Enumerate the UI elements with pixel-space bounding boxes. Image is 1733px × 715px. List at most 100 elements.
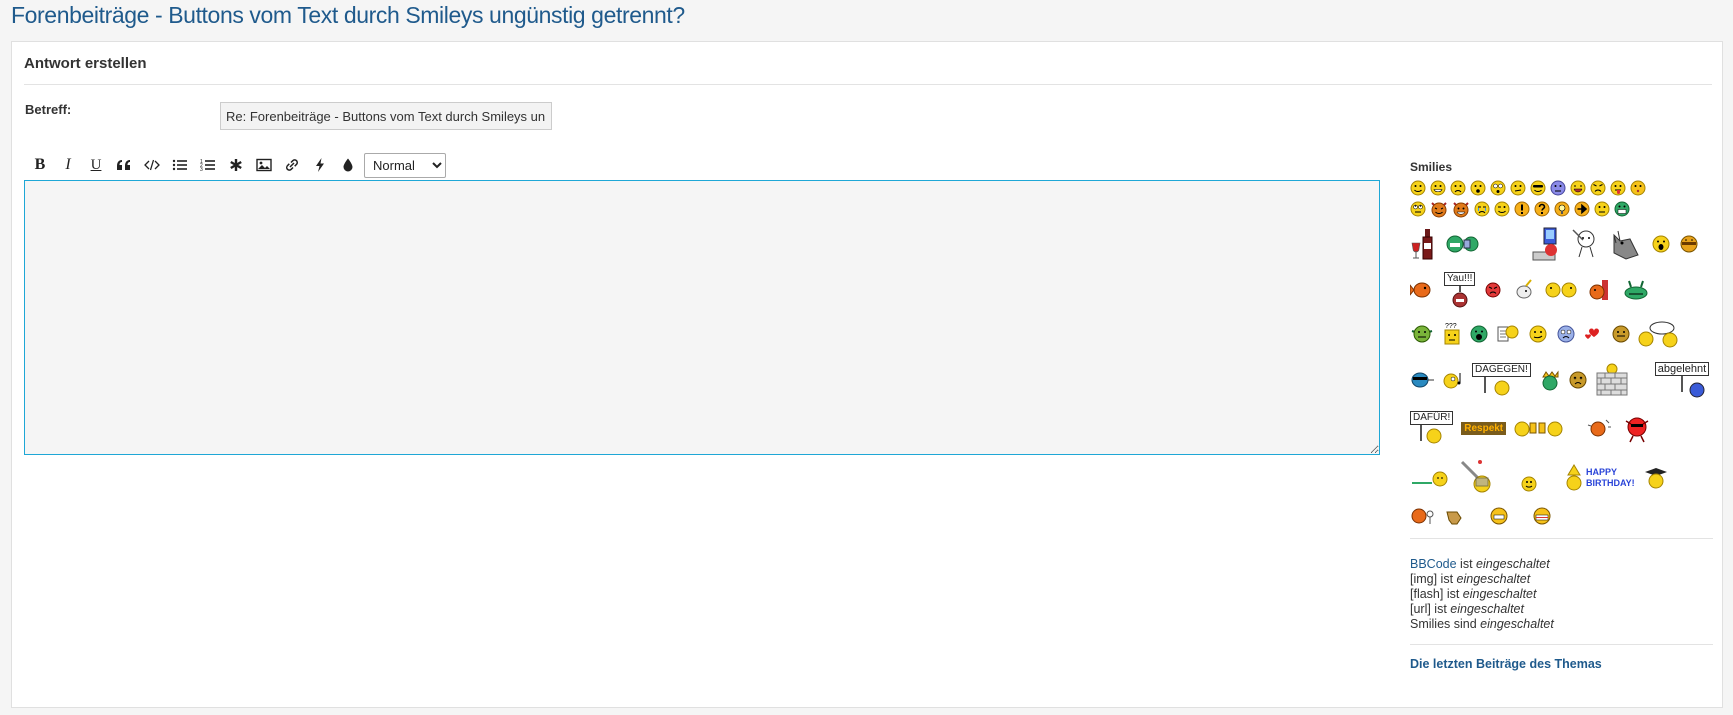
code-button[interactable] [138, 152, 166, 178]
thumbsdown-icon[interactable] [1444, 506, 1466, 526]
sad-icon[interactable] [1450, 180, 1466, 196]
italic-button[interactable]: I [54, 152, 82, 178]
status-value: eingeschaltet [1480, 617, 1554, 631]
blue-cry-icon[interactable] [1556, 324, 1576, 344]
bold-button[interactable]: B [26, 152, 54, 178]
exclaim-icon[interactable] [1514, 201, 1530, 217]
bbcode-link[interactable]: BBCode [1410, 557, 1457, 571]
laugh-icon[interactable] [1570, 180, 1586, 196]
bbcode-status: BBCode ist eingeschaltet [img] ist einge… [1410, 557, 1713, 632]
goblin-icon[interactable] [1410, 323, 1434, 345]
asterisk-icon [230, 159, 242, 171]
music-icon[interactable] [1442, 371, 1464, 389]
knight-icon[interactable] [1458, 458, 1496, 498]
tools-icon[interactable] [1587, 278, 1613, 302]
link-button[interactable] [278, 152, 306, 178]
razz-icon[interactable] [1610, 180, 1626, 196]
twisted-icon[interactable] [1452, 200, 1470, 218]
last-posts-link[interactable]: Die letzten Beiträge des Themas [1410, 657, 1713, 671]
green-shock-icon[interactable] [1470, 325, 1488, 343]
grin-icon[interactable] [1430, 180, 1446, 196]
waving-icon[interactable] [1410, 506, 1436, 526]
confused-icon[interactable] [1510, 180, 1526, 196]
sleeping-icon[interactable] [1410, 469, 1450, 487]
reading-icon[interactable] [1496, 323, 1520, 345]
divider [1410, 538, 1713, 539]
unicorn-icon[interactable] [1511, 279, 1535, 301]
rolleyes-icon[interactable] [1410, 201, 1426, 217]
dafuer-sign-icon[interactable]: DAFÜR! [1410, 411, 1454, 445]
puzzled-box-icon[interactable]: ??? [1442, 322, 1462, 346]
braces-icon[interactable] [1532, 507, 1552, 525]
quote-button[interactable] [110, 152, 138, 178]
status-value: eingeschaltet [1476, 557, 1550, 571]
graduate-icon[interactable] [1643, 466, 1669, 490]
frog-icon[interactable] [1623, 279, 1649, 301]
abgelehnt-sign-icon[interactable]: abgelehnt [1654, 362, 1711, 398]
wink-icon[interactable] [1494, 201, 1510, 217]
evil-icon[interactable] [1430, 200, 1448, 218]
smilies-row: DAGEGEN! abgelehnt [1410, 356, 1713, 404]
status-text: [url] ist [1410, 602, 1451, 616]
surprised-icon[interactable] [1470, 180, 1486, 196]
ninja-icon[interactable] [1410, 371, 1434, 389]
fencer-icon[interactable] [1570, 227, 1598, 261]
message-editor[interactable] [24, 180, 1380, 455]
smilies-title: Smilies [1410, 160, 1453, 174]
question-icon[interactable] [1534, 201, 1550, 217]
beer-toast-icon[interactable] [1514, 419, 1564, 437]
wolf-icon[interactable] [1608, 227, 1642, 261]
cheers-icon[interactable] [1446, 234, 1480, 254]
list-item-button[interactable] [222, 152, 250, 178]
numbered-list-button[interactable]: 123 [194, 152, 222, 178]
underline-button[interactable]: U [82, 152, 110, 178]
fish-icon[interactable] [1410, 279, 1434, 301]
flash-button[interactable] [306, 152, 334, 178]
smilies-row: DAFÜR! Respekt [1410, 404, 1713, 452]
oops-icon[interactable] [1630, 180, 1646, 196]
devil-dance-icon[interactable] [1620, 413, 1654, 443]
shocked-icon[interactable] [1490, 180, 1506, 196]
talking-icon[interactable] [1638, 320, 1678, 348]
dagegen-sign-icon[interactable]: DAGEGEN! [1472, 363, 1531, 397]
mad-icon[interactable] [1590, 180, 1606, 196]
computer-icon[interactable] [1530, 226, 1560, 262]
list-button[interactable] [166, 152, 194, 178]
shout-icon[interactable] [1652, 235, 1670, 253]
burger-icon[interactable] [1680, 235, 1698, 253]
wall-icon[interactable] [1595, 363, 1629, 397]
link-icon [286, 159, 298, 171]
dizzy-icon[interactable] [1569, 371, 1587, 389]
quote-icon [117, 160, 130, 170]
plain-smile-icon[interactable] [1520, 463, 1538, 493]
bronze-face-icon[interactable] [1612, 325, 1630, 343]
color-button[interactable] [334, 152, 362, 178]
arrow-icon[interactable] [1574, 201, 1590, 217]
cool-icon[interactable] [1530, 180, 1546, 196]
status-bbcode: BBCode ist eingeschaltet [1410, 557, 1713, 572]
angry-red-icon[interactable] [1485, 282, 1501, 298]
wine-icon[interactable] [1410, 227, 1436, 261]
neutral-icon[interactable] [1594, 201, 1610, 217]
respekt-icon[interactable]: Respekt [1461, 421, 1507, 435]
blue-face-icon[interactable] [1550, 180, 1566, 196]
respekt-text: Respekt [1461, 421, 1507, 435]
svg-text:???: ??? [1445, 323, 1457, 330]
hearts-icon[interactable] [1584, 326, 1604, 342]
subject-input[interactable] [220, 102, 552, 130]
status-flash: [flash] ist eingeschaltet [1410, 587, 1713, 602]
green-grin-icon[interactable] [1614, 201, 1630, 217]
smile-icon[interactable] [1410, 180, 1426, 196]
idea-icon[interactable] [1554, 201, 1570, 217]
yau-sign-text: Yau!!! [1444, 272, 1476, 286]
image-button[interactable] [250, 152, 278, 178]
double-smile-icon[interactable] [1545, 281, 1577, 299]
teeth-grin-icon[interactable] [1490, 507, 1508, 525]
birthday-icon[interactable]: HAPPY BIRTHDAY! [1564, 463, 1635, 493]
thinking-icon[interactable] [1528, 324, 1548, 344]
king-icon[interactable] [1539, 369, 1561, 391]
font-size-select[interactable]: Normal [364, 152, 446, 178]
yau-sign-icon[interactable]: Yau!!! [1444, 272, 1476, 308]
sparkle-face-icon[interactable] [1586, 417, 1612, 439]
crying-icon[interactable] [1474, 201, 1490, 217]
